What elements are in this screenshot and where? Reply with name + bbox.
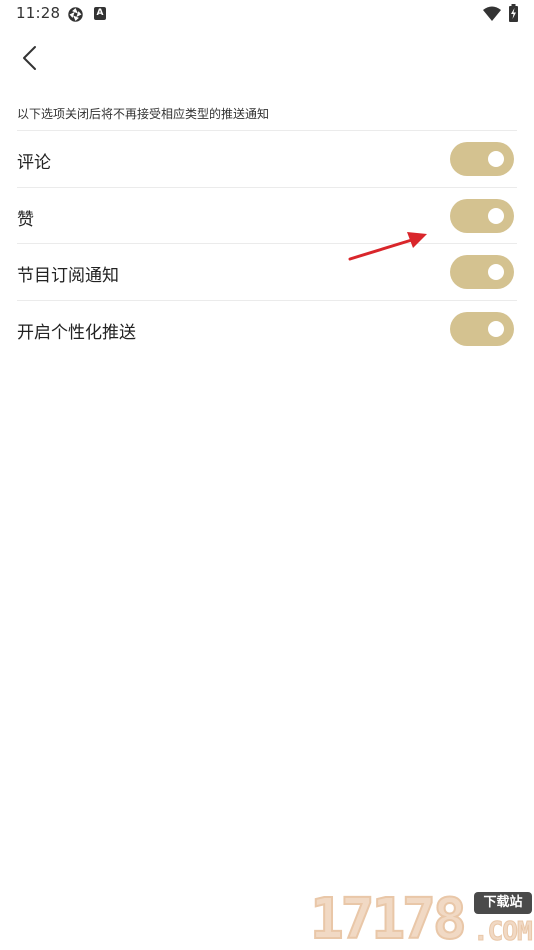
aperture-icon bbox=[68, 7, 83, 22]
back-button[interactable] bbox=[12, 40, 48, 76]
annotation-arrow-icon bbox=[348, 232, 427, 261]
notification-settings-screen: 11:28 A 以下选项关闭后将不再接受相应类型的推送通知 评论 赞 节目订阅通… bbox=[0, 0, 534, 950]
toggle-likes[interactable] bbox=[450, 199, 514, 233]
setting-label-program-subscription: 节目订阅通知 bbox=[17, 266, 119, 286]
toggle-knob bbox=[488, 264, 504, 280]
watermark-logo: 17178 下载站 .COM bbox=[309, 887, 534, 950]
toggle-knob bbox=[488, 208, 504, 224]
status-bar: 11:28 A bbox=[0, 0, 534, 30]
watermark-digits: 17178 bbox=[309, 887, 468, 950]
setting-row-comments: 评论 bbox=[0, 131, 534, 187]
toggle-program-subscription[interactable] bbox=[450, 255, 514, 289]
setting-label-personalized-push: 开启个性化推送 bbox=[17, 323, 136, 343]
toggle-knob bbox=[488, 151, 504, 167]
setting-row-personalized-push: 开启个性化推送 bbox=[0, 301, 534, 357]
watermark-domain: .COM bbox=[473, 917, 534, 947]
setting-row-likes: 赞 bbox=[0, 188, 534, 244]
battery-charging-icon bbox=[509, 4, 518, 22]
a-badge-icon: A bbox=[94, 7, 106, 20]
settings-description: 以下选项关闭后将不再接受相应类型的推送通知 bbox=[17, 107, 270, 121]
toggle-comments[interactable] bbox=[450, 142, 514, 176]
status-time: 11:28 bbox=[16, 4, 61, 22]
chevron-left-icon bbox=[23, 46, 36, 70]
wifi-icon bbox=[483, 6, 501, 21]
toggle-personalized-push[interactable] bbox=[450, 312, 514, 346]
watermark-badge: 下载站 bbox=[474, 892, 532, 914]
setting-label-likes: 赞 bbox=[17, 210, 34, 230]
setting-label-comments: 评论 bbox=[17, 153, 51, 173]
toggle-knob bbox=[488, 321, 504, 337]
setting-row-program-subscription: 节目订阅通知 bbox=[0, 244, 534, 300]
